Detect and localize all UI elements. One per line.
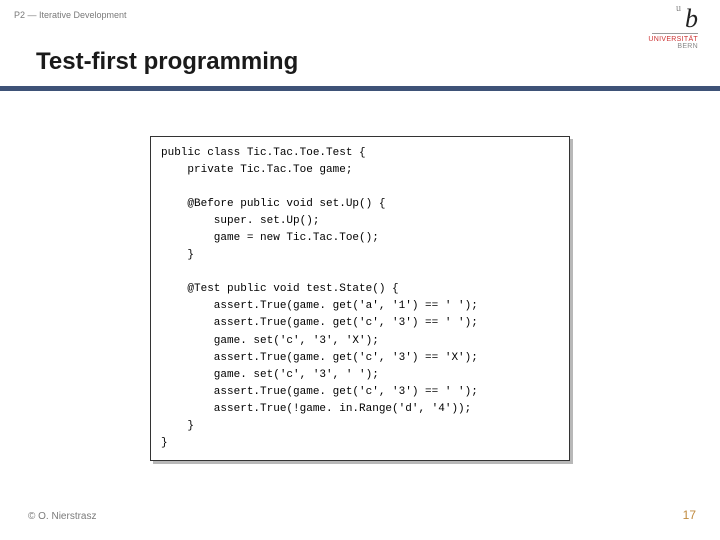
logo-sup: u <box>676 4 681 14</box>
logo-university-text: UNIVERSITÄT <box>648 36 698 43</box>
page-number: 17 <box>683 508 696 522</box>
university-logo: u b UNIVERSITÄT BERN <box>648 6 698 50</box>
page-title: Test-first programming <box>0 48 720 86</box>
logo-letter: b <box>685 4 698 33</box>
title-block: Test-first programming <box>0 48 720 91</box>
logo-divider <box>652 33 698 34</box>
footer-copyright: © O. Nierstrasz <box>28 511 97 522</box>
code-block: public class Tic.Tac.Toe.Test { private … <box>150 136 570 461</box>
title-rule <box>0 86 720 91</box>
breadcrumb: P2 — Iterative Development <box>14 10 127 20</box>
